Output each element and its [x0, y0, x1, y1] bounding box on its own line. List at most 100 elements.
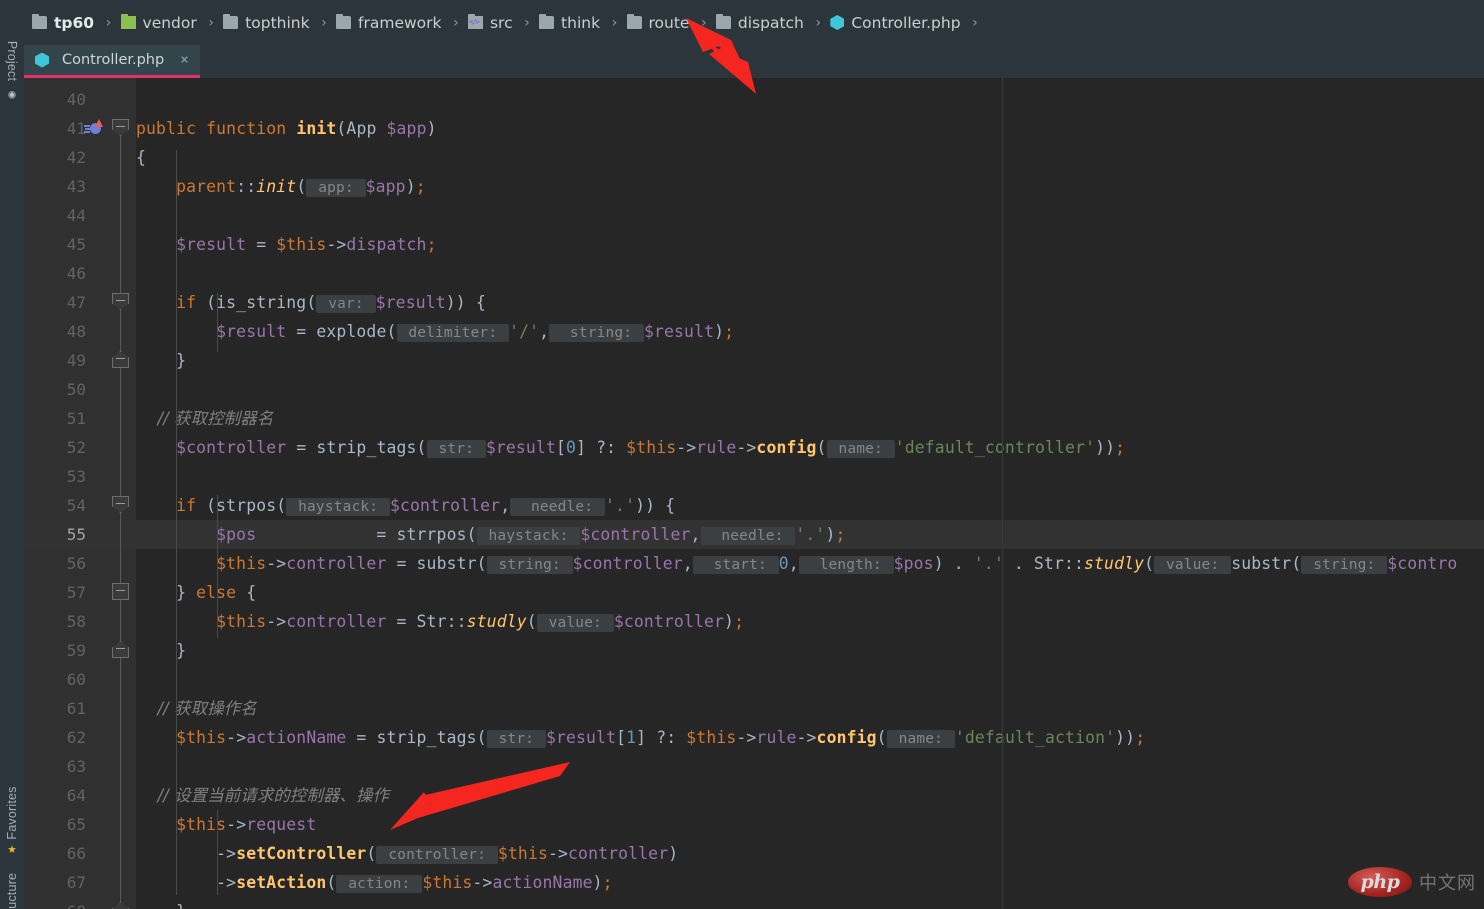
breadcrumb-item-controller-php[interactable]: Controller.php › — [830, 0, 987, 45]
code-line[interactable]: 50 — [24, 375, 1484, 404]
code-line[interactable]: 62 $this->actionName = strip_tags( str: … — [24, 723, 1484, 752]
code-line[interactable]: 60 — [24, 665, 1484, 694]
breadcrumb-separator-icon: › — [319, 14, 329, 31]
code-line[interactable]: 59 } — [24, 636, 1484, 665]
code-token: -> — [226, 815, 247, 834]
code-line[interactable]: 63 — [24, 752, 1484, 781]
code-line[interactable]: 49 } — [24, 346, 1484, 375]
code-line[interactable]: 44 — [24, 201, 1484, 230]
code-token: ( — [416, 438, 427, 457]
code-line[interactable]: 41 public function init(App $app) — [24, 114, 1484, 143]
star-icon[interactable]: ★ — [4, 839, 20, 857]
code-token: $this — [136, 612, 267, 631]
code-line[interactable]: 47 if (is_string( var: $result)) { — [24, 288, 1484, 317]
parameter-hint: value: — [1154, 556, 1232, 574]
code-line[interactable]: 43 parent::init( app: $app); — [24, 172, 1484, 201]
code-line[interactable]: 64 // 设置当前请求的控制器、操作 — [24, 781, 1484, 810]
code-line[interactable]: 40 — [24, 85, 1484, 114]
breadcrumb-item-dispatch[interactable]: dispatch › — [715, 0, 830, 45]
fold-collapse-icon[interactable] — [112, 496, 129, 513]
code-token: ; — [415, 177, 426, 196]
code-line[interactable]: 42 { — [24, 143, 1484, 172]
code-token: $pos — [893, 554, 934, 573]
code-editor[interactable]: 40 41 public function init(App $app) 42{43 … — [24, 78, 1484, 909]
right-margin-guide — [1002, 78, 1003, 909]
parameter-hint: delimiter: — [396, 324, 510, 342]
tool-window-project-label[interactable]: Project — [5, 41, 19, 81]
breadcrumb-item-label: think — [561, 13, 601, 32]
breadcrumb-item-framework[interactable]: framework › — [336, 0, 468, 45]
code-token: $controller — [580, 525, 691, 544]
breadcrumb-item-topthink[interactable]: topthink › — [223, 0, 336, 45]
parameter-hint: haystack: — [286, 498, 390, 516]
code-token: ; — [602, 873, 613, 892]
code-line[interactable]: 61 // 获取操作名 — [24, 694, 1484, 723]
breadcrumb-item-tp60[interactable]: tp60 › — [32, 0, 121, 45]
parameter-hint: string: — [549, 324, 644, 342]
code-token: = — [246, 235, 277, 254]
fold-end-icon[interactable] — [112, 902, 129, 909]
close-icon[interactable]: × — [180, 52, 188, 68]
code-token: $this — [136, 728, 227, 747]
code-line[interactable]: 52 $controller = strip_tags( str: $resul… — [24, 433, 1484, 462]
line-number: 60 — [66, 670, 86, 689]
fold-end-icon[interactable] — [112, 641, 129, 658]
editor-tab-controller-php[interactable]: Controller.php × — [24, 45, 200, 78]
fold-end-icon[interactable] — [112, 351, 129, 368]
code-token: '.' — [973, 554, 1004, 573]
code-line-text: public function init(App $app) — [136, 114, 437, 143]
breadcrumb-item-route[interactable]: route › — [626, 0, 716, 45]
code-token: $controller — [572, 554, 683, 573]
php-file-icon — [830, 15, 845, 30]
code-token: // 获取控制器名 — [136, 409, 274, 428]
code-token: actionName — [492, 873, 593, 892]
breadcrumb-item-label: route — [648, 13, 690, 32]
code-token: { — [236, 583, 257, 602]
code-line[interactable]: 55 $pos = strrpos( haystack: $controller… — [24, 520, 1484, 549]
code-token: ] — [636, 728, 657, 747]
tool-window-structure-label[interactable]: ructure — [5, 873, 19, 909]
code-line[interactable]: 51 // 获取控制器名 — [24, 404, 1484, 433]
line-number: 46 — [66, 264, 86, 283]
code-line[interactable]: 45 $result = $this->dispatch; — [24, 230, 1484, 259]
code-token: ) — [426, 119, 437, 138]
code-line[interactable]: 66 ->setController( controller: $this->c… — [24, 839, 1484, 868]
code-token: init — [256, 177, 297, 196]
breadcrumb-item-label: tp60 — [54, 13, 95, 32]
fold-collapse-icon[interactable] — [112, 583, 129, 600]
code-token: = — [386, 612, 417, 631]
breadcrumb-item-src[interactable]: src › — [467, 0, 539, 45]
code-line[interactable]: 54 if (strpos( haystack: $controller, ne… — [24, 491, 1484, 520]
code-line[interactable]: 53 — [24, 462, 1484, 491]
code-line[interactable]: 57 } else { — [24, 578, 1484, 607]
line-number: 65 — [66, 815, 86, 834]
code-token: $result — [643, 322, 715, 341]
line-number: 54 — [66, 496, 86, 515]
parameter-hint: app: — [306, 179, 366, 197]
code-token: ( — [306, 293, 317, 312]
code-token: ) — [405, 177, 416, 196]
overriding-method-icon[interactable] — [84, 119, 104, 137]
code-line[interactable]: 67 ->setAction( action: $this->actionNam… — [24, 868, 1484, 897]
code-line[interactable]: 68 } — [24, 897, 1484, 909]
breadcrumb-item-vendor[interactable]: vendor › — [120, 0, 224, 45]
breadcrumb-item-think[interactable]: think › — [539, 0, 626, 45]
tool-window-favorites-label[interactable]: Favorites — [5, 786, 19, 839]
project-icon[interactable]: ◉ — [4, 86, 20, 102]
editor-tab-bar: Controller.php × — [24, 45, 1484, 78]
parameter-hint: str: — [426, 440, 486, 458]
fold-collapse-icon[interactable] — [112, 119, 129, 136]
code-line[interactable]: 48 $result = explode( delimiter: '/', st… — [24, 317, 1484, 346]
code-token: = — [256, 525, 397, 544]
code-line[interactable]: 56 $this->controller = substr( string: $… — [24, 549, 1484, 578]
breadcrumb-item-label: dispatch — [737, 13, 804, 32]
code-line[interactable]: 58 $this->controller = Str::studly( valu… — [24, 607, 1484, 636]
code-line[interactable]: 46 — [24, 259, 1484, 288]
fold-collapse-icon[interactable] — [112, 293, 129, 310]
folder-icon — [626, 14, 642, 29]
code-token: strrpos — [396, 525, 467, 544]
code-token: -> — [796, 728, 817, 747]
line-number: 51 — [66, 409, 86, 428]
code-line[interactable]: 65 $this->request — [24, 810, 1484, 839]
code-token: ( — [276, 496, 287, 515]
